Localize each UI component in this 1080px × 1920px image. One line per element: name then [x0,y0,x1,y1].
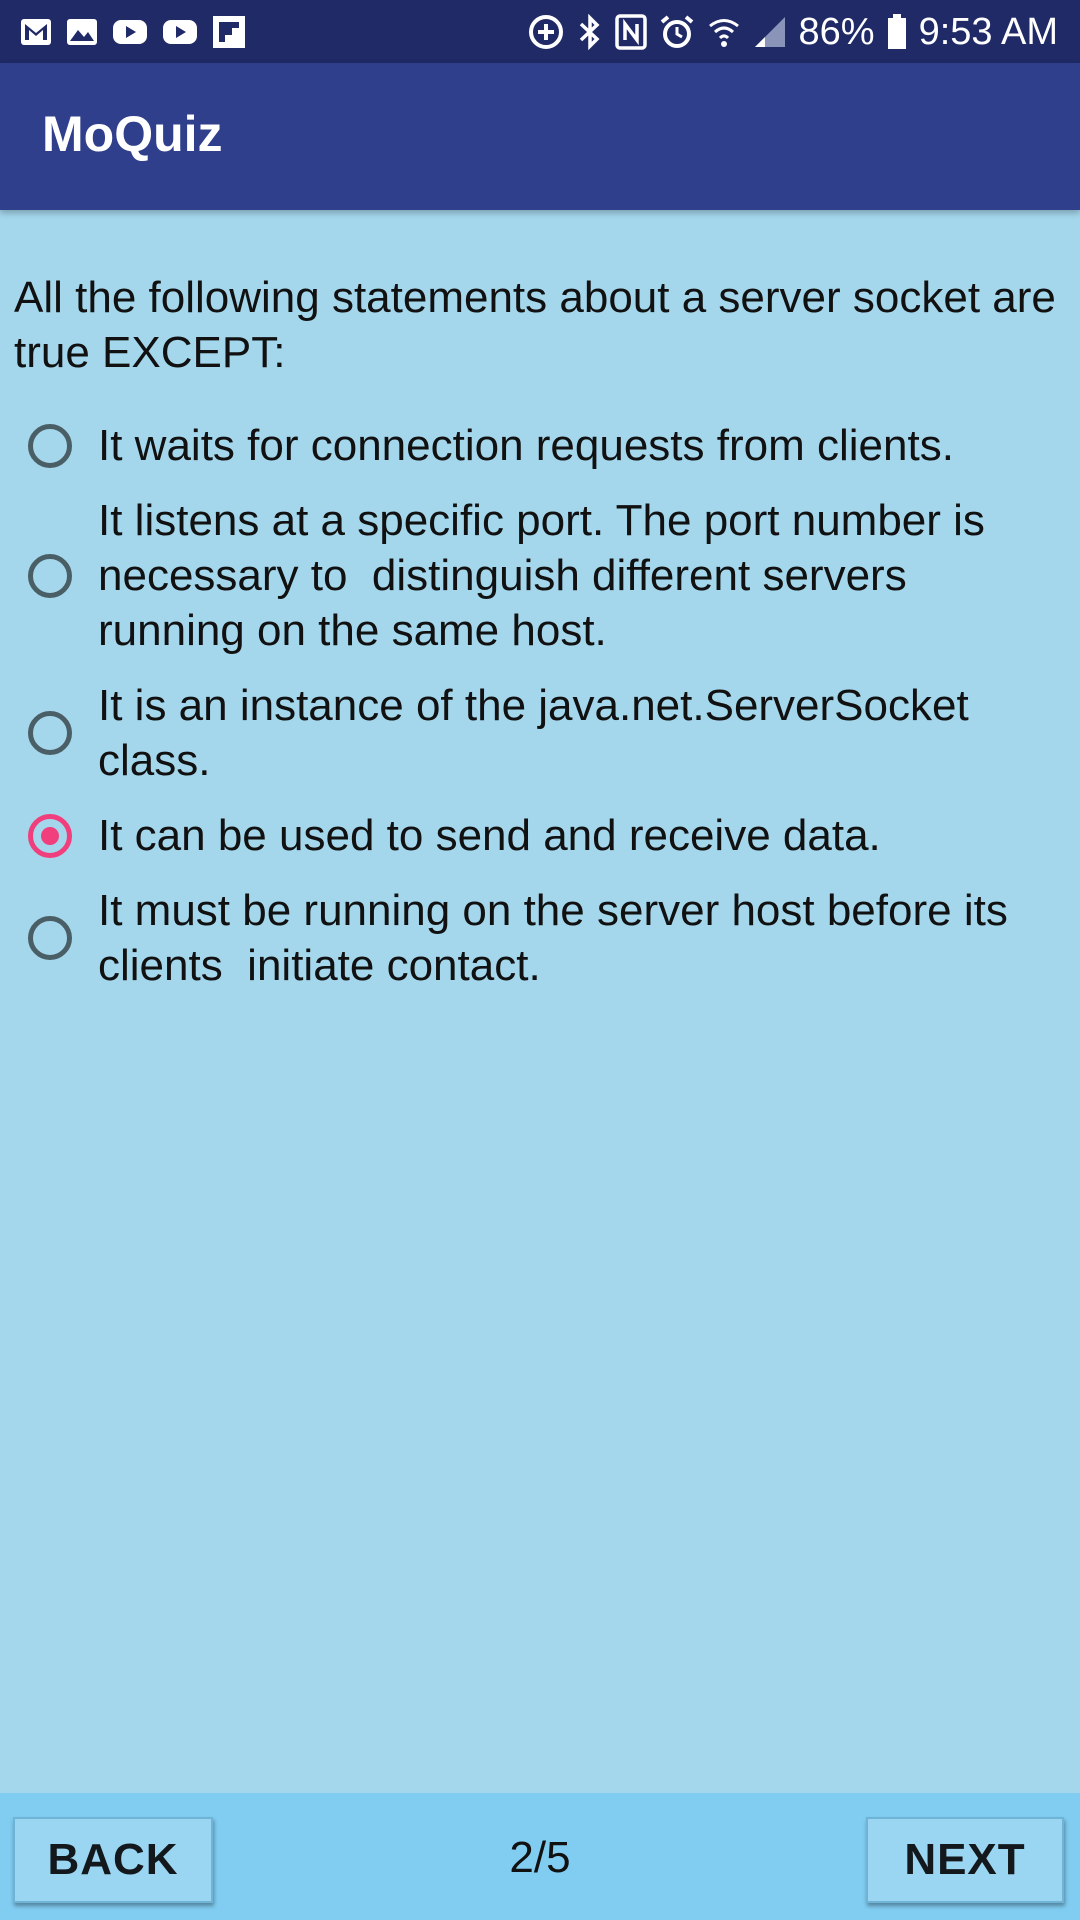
youtube-icon [112,18,148,46]
answer-option-3[interactable]: It is an instance of the java.net.Server… [0,678,1080,788]
answer-option-4[interactable]: It can be used to send and receive data. [0,808,1080,863]
youtube-icon [162,18,198,46]
radio-button[interactable] [28,553,72,598]
next-button[interactable]: NEXT [866,1817,1064,1903]
answer-options: It waits for connection requests from cl… [0,418,1080,1013]
flipboard-icon [212,15,246,49]
answer-option-label: It can be used to send and receive data. [98,811,881,860]
answer-option-1[interactable]: It waits for connection requests from cl… [0,418,1080,473]
question-text: All the following statements about a ser… [14,273,1056,377]
app-title: MoQuiz [42,106,223,162]
radio-button[interactable] [28,711,72,755]
answer-option-2[interactable]: It listens at a specific port. The port … [0,493,1080,658]
answer-option-label: It waits for connection requests from cl… [98,421,954,470]
gallery-icon [66,18,98,46]
battery-percent: 86% [798,10,875,53]
answer-option-label: It is an instance of the java.net.Server… [98,681,981,785]
signal-icon [753,15,787,49]
wifi-icon [707,15,741,49]
radio-button[interactable] [28,916,72,960]
notification-icons [20,12,246,52]
answer-option-label: It must be running on the server host be… [98,886,1021,990]
battery-icon [887,14,907,50]
gmail-icon [20,18,52,46]
answer-option-5[interactable]: It must be running on the server host be… [0,883,1080,993]
answer-option-label: It listens at a specific port. The port … [98,496,998,655]
bottom-navigation-bar: BACK 2/5 NEXT [0,1793,1080,1920]
system-icons: 86% 9:53 AM [527,8,1058,56]
radio-button[interactable] [28,423,72,468]
app-bar: MoQuiz [0,63,1080,210]
status-bar: 86% 9:53 AM [0,0,1080,63]
clock: 9:53 AM [918,10,1058,53]
data-saver-icon [527,13,565,51]
nfc-icon [614,14,647,50]
radio-button[interactable] [28,813,72,858]
bluetooth-icon [577,13,603,51]
alarm-icon [659,14,695,50]
